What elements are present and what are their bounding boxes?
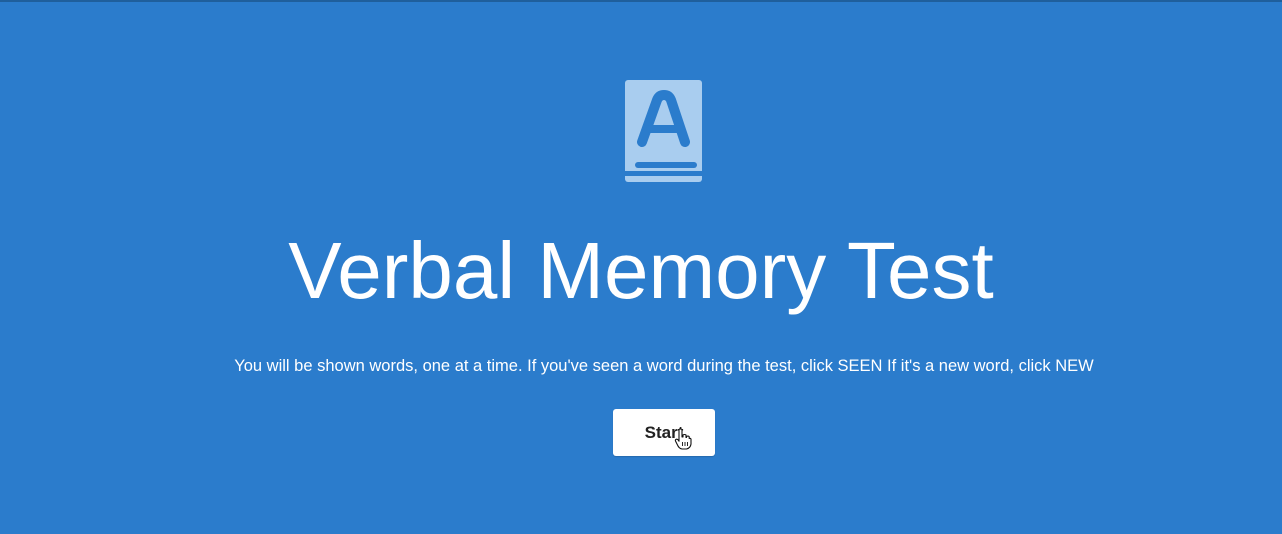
start-button[interactable]: Start (613, 409, 715, 456)
hand-pointer-cursor-icon (674, 428, 692, 450)
book-letter-a-icon (625, 80, 705, 184)
verbal-memory-page: Verbal Memory Test You will be shown wor… (0, 0, 1282, 534)
instructions-text: You will be shown words, one at a time. … (234, 357, 1094, 375)
page-title: Verbal Memory Test (288, 226, 994, 315)
